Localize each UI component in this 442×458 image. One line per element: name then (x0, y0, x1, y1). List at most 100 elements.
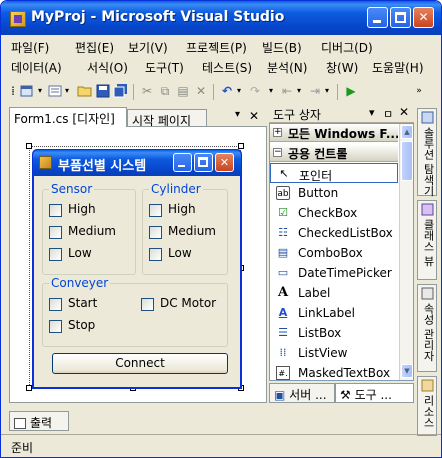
toolbox-item-label: Button (298, 186, 339, 200)
close-icon: ✕ (219, 156, 230, 169)
menu-view[interactable]: 보기(V) (128, 39, 168, 56)
maximize-button[interactable] (390, 7, 411, 28)
menu-analyze[interactable]: 분석(N) (267, 59, 307, 76)
navigate-back-icon[interactable]: ⇤ (279, 83, 295, 99)
toolbox-item-listview[interactable]: ⁞⁞ ListView (270, 343, 398, 363)
minimize-icon (178, 165, 185, 167)
close-button[interactable]: ✕ (413, 7, 434, 28)
form-title-bar[interactable]: 부품선별 시스템 ✕ (33, 150, 241, 176)
toolbox-item-checkedlistbox[interactable]: ☷ CheckedListBox (270, 223, 398, 243)
scroll-down-icon[interactable]: ▼ (401, 364, 413, 378)
save-all-icon[interactable] (113, 83, 129, 99)
scroll-up-icon[interactable]: ▲ (401, 125, 413, 139)
maskedtextbox-icon: #. (276, 366, 290, 380)
minimize-button[interactable] (367, 7, 388, 28)
checkbox-label: Medium (68, 224, 116, 238)
checkbox-label: Start (68, 296, 98, 310)
chevron-down-icon[interactable]: ▾ (267, 83, 275, 99)
toolbox-bottom-tabs: ▣ 서버 ... ⚒ 도구 ... (269, 383, 414, 403)
tab-server-explorer[interactable]: ▣ 서버 ... (269, 383, 335, 403)
toolbox-item-label[interactable]: A Label (270, 283, 398, 303)
toolbox-category-common[interactable]: − 공용 컨트롤 (270, 144, 398, 162)
connect-button[interactable]: Connect (52, 353, 228, 374)
navigate-forward-icon[interactable]: ⇥ (307, 83, 323, 99)
toolbox-item-checkbox[interactable]: ☑ CheckBox (270, 203, 398, 223)
undo-icon[interactable]: ↶ (219, 83, 235, 99)
toolbox-options-icon[interactable]: ▾ (369, 106, 375, 119)
toolbox-scrollbar[interactable]: ▲ ▼ (399, 124, 413, 380)
toolbox-item-combobox[interactable]: ▤ ComboBox (270, 243, 398, 263)
copy-icon[interactable]: ⧉ (157, 83, 173, 99)
standard-toolbar: ⁞ ▾ ▾ ✂ ⧉ ▤ ✕ ↶ ▾ ↷ (7, 81, 267, 103)
sensor-group-label: Sensor (49, 182, 95, 196)
redo-icon[interactable]: ↷ (247, 83, 263, 99)
menu-file[interactable]: 파일(F) (11, 39, 49, 56)
toolbox-item-linklabel[interactable]: A LinkLabel (270, 303, 398, 323)
menu-data[interactable]: 데이터(A) (11, 59, 62, 76)
add-item-icon[interactable] (47, 83, 63, 99)
paste-icon[interactable]: ▤ (175, 83, 191, 99)
menu-test[interactable]: 테스트(S) (202, 59, 252, 76)
menu-debug[interactable]: 디버그(D) (321, 39, 373, 56)
conveyer-group-label: Conveyer (49, 276, 111, 290)
chevron-down-icon[interactable]: ▾ (63, 83, 71, 99)
menu-help[interactable]: 도움말(H) (372, 59, 424, 76)
class-view-label: 클래스 뷰 (422, 219, 435, 267)
menu-build[interactable]: 빌드(B) (262, 39, 302, 56)
menu-format[interactable]: 서식(O) (87, 59, 128, 76)
menu-window[interactable]: 창(W) (326, 59, 358, 76)
sensor-group[interactable]: Sensor High Medium Low (42, 182, 136, 275)
toolbox-close-icon[interactable]: ✕ (399, 105, 409, 119)
chevron-down-icon[interactable]: ▾ (235, 83, 243, 99)
resize-handle (26, 143, 32, 149)
toolbox-item-button[interactable]: ab Button (270, 183, 398, 203)
output-tab[interactable]: 출력 (9, 411, 69, 431)
cut-icon[interactable]: ✂ (139, 83, 155, 99)
delete-icon[interactable]: ✕ (193, 83, 209, 99)
property-manager-tab[interactable]: 속성 관리자 (417, 284, 437, 372)
tab-toolbox[interactable]: ⚒ 도구 ... (335, 383, 414, 403)
toolbox-item-pointer[interactable]: ↖ 포인터 (270, 163, 398, 183)
class-view-tab[interactable]: 클래스 뷰 (417, 200, 437, 280)
open-folder-icon[interactable] (77, 83, 93, 99)
tab-start-page[interactable]: 시작 페이지 (127, 109, 207, 128)
form-minimize-button[interactable] (173, 153, 192, 172)
toolbox-item-label: ListBox (298, 326, 342, 340)
chevron-down-icon[interactable]: ▾ (295, 83, 303, 99)
tab-form1-design[interactable]: Form1.cs [디자인] (9, 107, 127, 127)
menu-tools[interactable]: 도구(T) (145, 59, 184, 76)
property-manager-label: 속성 관리자 (422, 303, 435, 362)
solution-explorer-tab[interactable]: 솔루션 탐색기 (417, 108, 437, 197)
start-debugging-icon[interactable]: ▶ (343, 83, 359, 99)
toolbox-item-datetimepicker[interactable]: ▭ DateTimePicker (270, 263, 398, 283)
menu-project[interactable]: 프로젝트(P) (186, 39, 247, 56)
pin-icon[interactable]: ㅁ (383, 106, 393, 122)
form-close-button[interactable]: ✕ (215, 153, 234, 172)
toolbox-item-listbox[interactable]: ☰ ListBox (270, 323, 398, 343)
cylinder-group[interactable]: Cylinder High Medium Low (142, 182, 228, 275)
chevron-down-icon[interactable]: ▾ (323, 83, 331, 99)
toolbox-category-all[interactable]: + 모든 Windows F... (270, 124, 398, 142)
scrollbar-thumb[interactable] (401, 141, 413, 181)
save-icon[interactable] (95, 83, 111, 99)
conveyer-group[interactable]: Conveyer Start Stop DC Motor (42, 276, 228, 347)
designer-surface[interactable]: 부품선별 시스템 ✕ Sensor High Medium Low Cylind… (9, 126, 267, 403)
menu-edit[interactable]: 편집(E) (75, 39, 114, 56)
toolbox-item-label: ComboBox (298, 246, 363, 260)
status-text: 준비 (11, 441, 34, 455)
toolbar-grip-icon: ⁞ (11, 84, 15, 98)
chevron-down-icon[interactable]: ▾ (36, 83, 44, 99)
tab-list-dropdown-icon[interactable]: ▾ (235, 109, 240, 120)
form-maximize-button[interactable] (194, 153, 213, 172)
form-icon (39, 156, 52, 169)
right-dock: 솔루션 탐색기 클래스 뷰 속성 관리자 리소스 (415, 104, 439, 436)
toolbox-item-maskedtextbox[interactable]: #. MaskedTextBox (270, 363, 398, 380)
title-bar[interactable]: MyProj - Microsoft Visual Studio ✕ (1, 1, 441, 35)
form-window[interactable]: 부품선별 시스템 ✕ Sensor High Medium Low Cylind… (32, 149, 242, 389)
form-title: 부품선별 시스템 (58, 159, 147, 174)
resource-view-tab[interactable]: 리소스 (417, 376, 437, 436)
maximize-icon (395, 12, 406, 23)
close-document-icon[interactable]: ✕ (249, 109, 259, 123)
add-project-icon[interactable] (19, 83, 35, 99)
toolbar-overflow-icon[interactable]: » (415, 83, 423, 99)
